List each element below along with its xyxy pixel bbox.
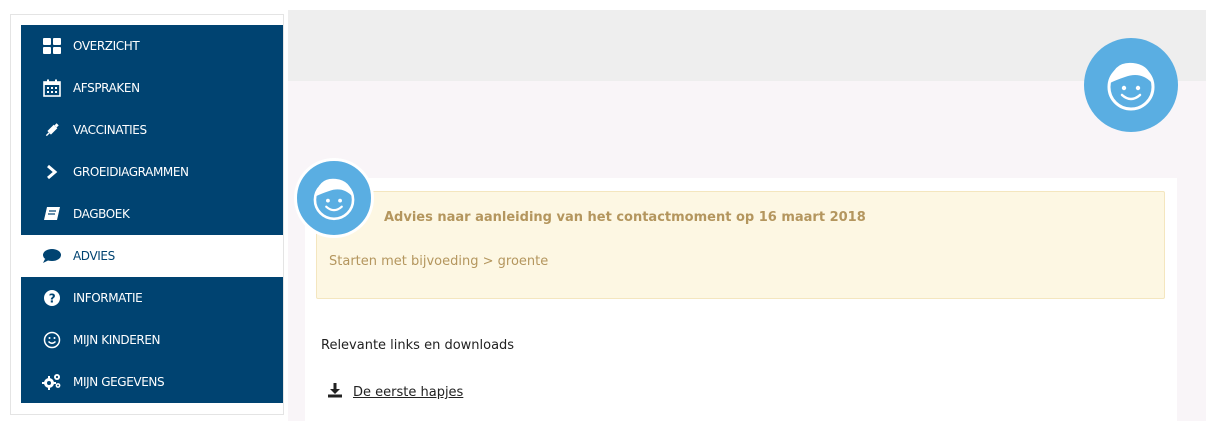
download-link-label[interactable]: De eerste hapjes xyxy=(353,385,463,400)
sidebar-item-label: ADVIES xyxy=(73,249,115,263)
download-link[interactable]: De eerste hapjes xyxy=(327,383,463,402)
advice-title: Advies naar aanleiding van het contactmo… xyxy=(384,210,866,225)
smiley-icon xyxy=(41,330,63,350)
book-icon xyxy=(41,204,63,224)
gears-icon xyxy=(41,372,63,392)
child-face-icon xyxy=(1107,62,1155,111)
child-face-icon xyxy=(313,178,355,221)
sidebar-item-label: MIJN KINDEREN xyxy=(73,333,161,347)
sidebar-item-mijn-gegevens[interactable]: MIJN GEGEVENS xyxy=(21,361,283,403)
sidebar-item-label: GROEIDIAGRAMMEN xyxy=(73,165,189,179)
sidebar: OVERZICHT AFSPRAKEN VACCINATIES GROEIDIA… xyxy=(10,14,284,415)
sidebar-item-groeidiagrammen[interactable]: GROEIDIAGRAMMEN xyxy=(21,151,283,193)
sidebar-item-overzicht[interactable]: OVERZICHT xyxy=(21,25,283,67)
advice-box xyxy=(316,191,1165,299)
sidebar-item-label: OVERZICHT xyxy=(73,39,140,53)
sidebar-item-label: DAGBOEK xyxy=(73,207,130,221)
question-circle-icon: ? xyxy=(41,288,63,308)
sidebar-item-label: MIJN GEGEVENS xyxy=(73,375,165,389)
calendar-icon xyxy=(41,78,63,98)
syringe-icon xyxy=(41,120,63,140)
sidebar-item-advies[interactable]: ADVIES xyxy=(21,235,283,277)
sidebar-item-dagboek[interactable]: DAGBOEK xyxy=(21,193,283,235)
avatar xyxy=(1084,38,1178,132)
dashboard-icon xyxy=(41,36,63,56)
advice-item: Starten met bijvoeding > groente xyxy=(329,254,549,269)
links-heading: Relevante links en downloads xyxy=(321,338,515,353)
sidebar-item-label: INFORMATIE xyxy=(73,291,143,305)
speech-bubble-icon xyxy=(41,246,63,266)
svg-text:?: ? xyxy=(49,292,56,306)
sidebar-item-afspraken[interactable]: AFSPRAKEN xyxy=(21,67,283,109)
sidebar-item-label: VACCINATIES xyxy=(73,123,147,137)
sidebar-nav: OVERZICHT AFSPRAKEN VACCINATIES GROEIDIA… xyxy=(21,25,283,403)
header-band xyxy=(288,10,1206,81)
advisor-avatar xyxy=(294,158,374,238)
sidebar-item-label: AFSPRAKEN xyxy=(73,81,140,95)
sidebar-item-vaccinaties[interactable]: VACCINATIES xyxy=(21,109,283,151)
sidebar-item-informatie[interactable]: ? INFORMATIE xyxy=(21,277,283,319)
chevron-right-icon xyxy=(41,162,63,182)
sidebar-item-mijn-kinderen[interactable]: MIJN KINDEREN xyxy=(21,319,283,361)
download-icon xyxy=(327,383,343,402)
